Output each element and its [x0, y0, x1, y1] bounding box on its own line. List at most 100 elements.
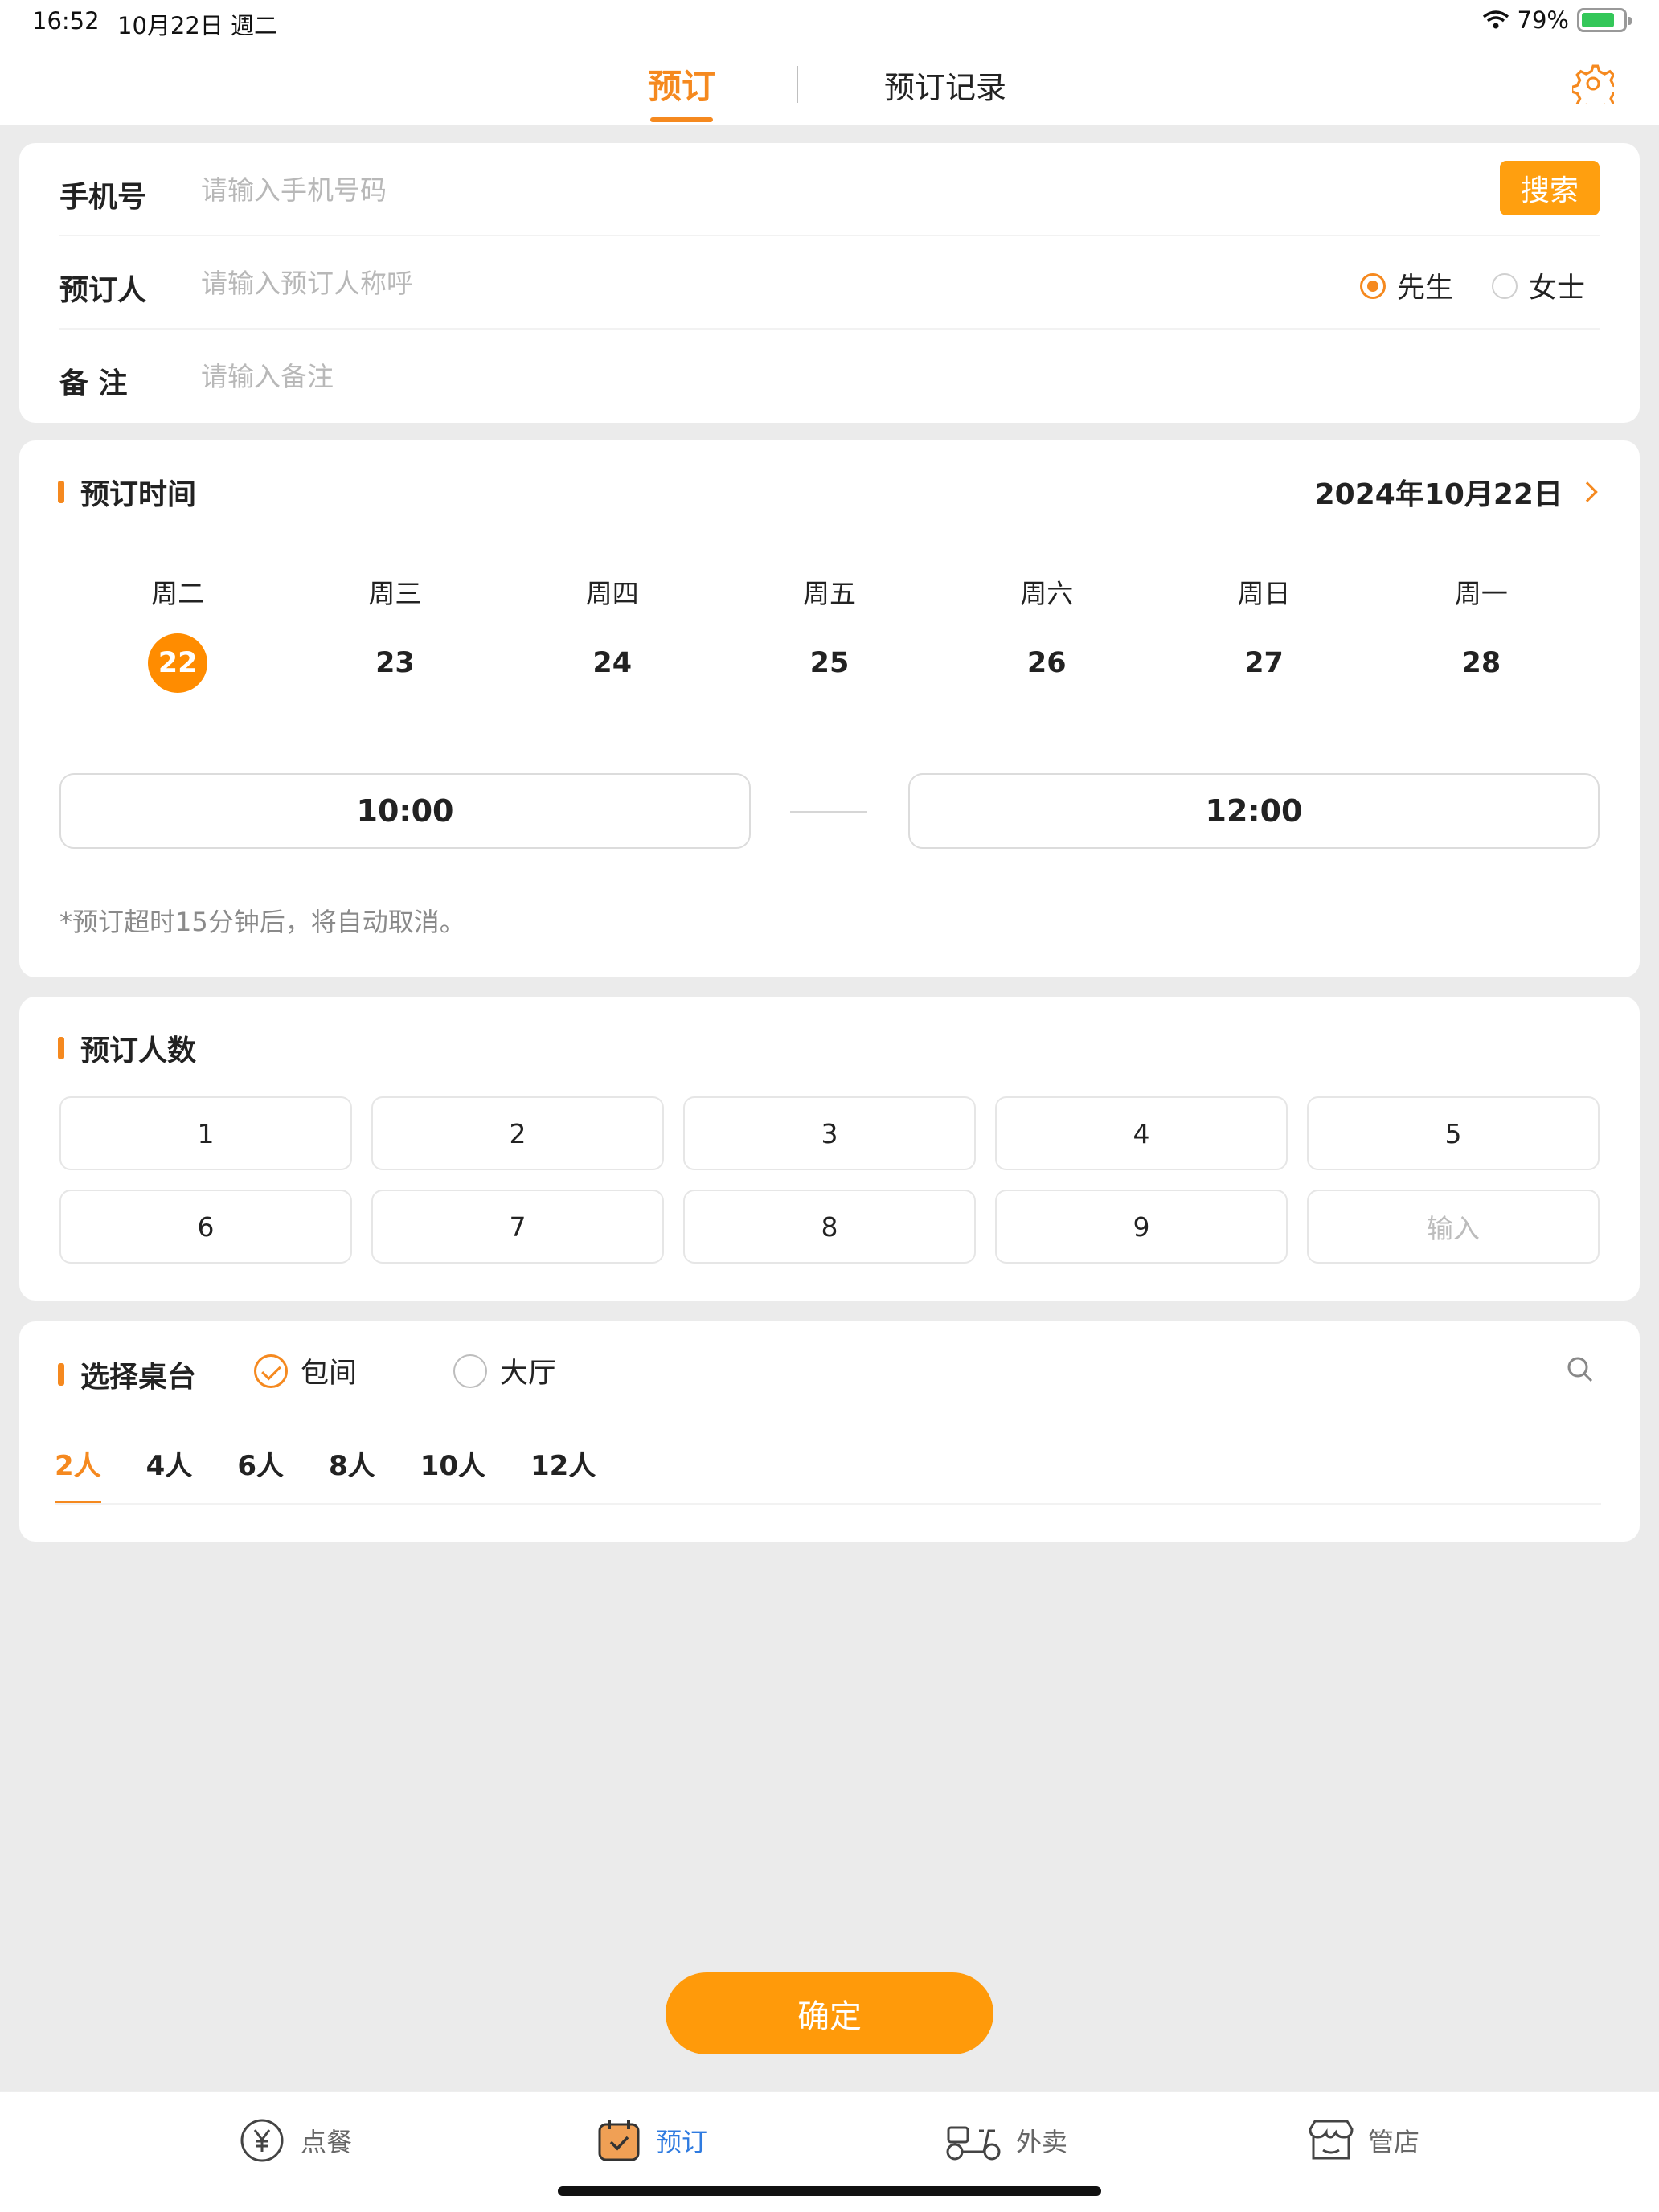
weekday-label: 周五 — [802, 578, 856, 609]
day-item[interactable]: 周六 26 — [938, 572, 1155, 693]
calendar-check-icon — [598, 2120, 640, 2161]
capacity-tab[interactable]: 6人 — [237, 1444, 284, 1483]
party-size-option[interactable]: 5 — [1307, 1096, 1600, 1170]
weekday-label: 周六 — [1020, 578, 1074, 609]
status-time: 16:52 — [32, 7, 100, 35]
nav-order[interactable]: 点餐 — [238, 2116, 352, 2165]
home-indicator — [558, 2186, 1101, 2196]
table-type-hall[interactable]: 大厅 — [453, 1350, 556, 1391]
check-circle-icon — [254, 1354, 288, 1388]
day-number: 25 — [809, 647, 850, 679]
party-size-card: 预订人数 1 2 3 4 5 6 7 8 9 输入 — [19, 997, 1640, 1301]
date-picker-trigger[interactable]: 2024年10月22日 — [1315, 471, 1598, 513]
day-number: 27 — [1244, 647, 1284, 679]
tab-active-indicator — [650, 117, 713, 122]
party-size-option[interactable]: 4 — [995, 1096, 1288, 1170]
storefront-icon — [1309, 2120, 1354, 2160]
weekday-label: 周二 — [151, 578, 205, 609]
gender-female-label: 女士 — [1528, 272, 1585, 305]
tab-reserve-records[interactable]: 预订记录 — [884, 63, 1006, 107]
day-item[interactable]: 周二 22 — [69, 572, 286, 693]
capacity-tab[interactable]: 4人 — [146, 1444, 193, 1483]
table-type-hall-label: 大厅 — [500, 1358, 557, 1390]
party-size-option[interactable]: 9 — [995, 1190, 1288, 1264]
table-type-private-label: 包间 — [301, 1358, 358, 1390]
start-time-field[interactable]: 10:00 — [59, 773, 751, 849]
name-row: 预订人 先生 女士 — [59, 236, 1600, 330]
status-bar: 16:52 10月22日 週二 79% — [0, 0, 1659, 42]
section-marker — [58, 1363, 64, 1386]
battery-icon — [1577, 8, 1632, 32]
day-item[interactable]: 周三 23 — [286, 572, 503, 693]
table-select-title-text: 选择桌台 — [80, 1361, 197, 1394]
party-size-option[interactable]: 1 — [59, 1096, 352, 1170]
day-number: 23 — [375, 647, 415, 679]
day-number: 28 — [1461, 647, 1501, 679]
phone-row: 手机号 搜索 — [59, 143, 1600, 236]
name-label: 预订人 — [59, 274, 147, 307]
party-size-option[interactable]: 6 — [59, 1190, 352, 1264]
day-item[interactable]: 周日 27 — [1155, 572, 1372, 693]
nav-order-label: 点餐 — [301, 2127, 353, 2157]
table-select-title: 选择桌台 — [58, 1354, 196, 1395]
capacity-tab[interactable]: 10人 — [420, 1444, 485, 1483]
nav-store-label: 管店 — [1368, 2127, 1420, 2157]
capacity-tab[interactable]: 12人 — [530, 1444, 596, 1483]
gender-male-option[interactable]: 先生 — [1359, 265, 1453, 306]
booking-time-title: 预订时间 — [58, 471, 196, 513]
day-item[interactable]: 周五 25 — [721, 572, 938, 693]
party-size-option[interactable]: 2 — [371, 1096, 664, 1170]
phone-label: 手机号 — [59, 181, 147, 214]
day-item[interactable]: 周四 24 — [504, 572, 721, 693]
capacity-tabs-divider — [55, 1503, 1601, 1505]
gender-female-option[interactable]: 女士 — [1491, 265, 1585, 306]
status-date: 10月22日 週二 — [117, 12, 278, 39]
day-item[interactable]: 周一 28 — [1373, 572, 1590, 693]
radio-selected-icon — [1359, 272, 1386, 299]
section-marker — [58, 481, 64, 503]
note-row: 备 注 — [59, 330, 1600, 423]
capacity-tab[interactable]: 2人 — [55, 1444, 101, 1504]
nav-takeout[interactable]: 外卖 — [944, 2116, 1067, 2165]
note-input[interactable] — [201, 354, 1246, 399]
name-input[interactable] — [201, 260, 1326, 305]
booking-time-card: 预订时间 2024年10月22日 周二 22 周三 23 周四 24 周五 25 周六 2… — [19, 440, 1640, 977]
nav-takeout-label: 外卖 — [1016, 2127, 1068, 2157]
yen-coin-icon — [240, 2119, 284, 2162]
nav-reserve-label: 预订 — [656, 2127, 708, 2157]
phone-input[interactable] — [201, 167, 1246, 212]
end-time-field[interactable]: 12:00 — [908, 773, 1600, 849]
chevron-right-icon — [1577, 481, 1598, 502]
wifi-icon — [1482, 10, 1509, 29]
nav-reserve[interactable]: 预订 — [593, 2116, 707, 2165]
party-size-option[interactable]: 8 — [683, 1190, 976, 1264]
party-size-option[interactable]: 3 — [683, 1096, 976, 1170]
booking-time-title-text: 预订时间 — [80, 478, 197, 511]
battery-percent: 79% — [1517, 6, 1569, 34]
nav-store[interactable]: 管店 — [1305, 2116, 1419, 2165]
party-size-custom-input[interactable]: 输入 — [1307, 1190, 1600, 1264]
tab-reserve[interactable]: 预订 — [643, 59, 720, 109]
customer-form-card: 手机号 搜索 预订人 先生 女士 备 注 — [19, 143, 1640, 423]
timeout-note: *预订超时15分钟后，将自动取消。 — [59, 907, 465, 937]
top-tab-bar: 预订 预订记录 — [0, 42, 1659, 125]
party-size-option[interactable]: 7 — [371, 1190, 664, 1264]
week-strip: 周二 22 周三 23 周四 24 周五 25 周六 26 周日 27 周一 28 — [69, 572, 1590, 693]
section-marker — [58, 1037, 64, 1059]
weekday-label: 周日 — [1237, 578, 1291, 609]
tab-divider — [797, 66, 798, 103]
gear-icon[interactable] — [1572, 63, 1614, 104]
note-label: 备 注 — [59, 367, 128, 400]
capacity-tab[interactable]: 8人 — [329, 1444, 375, 1483]
search-icon[interactable] — [1566, 1355, 1595, 1384]
table-select-card: 选择桌台 包间 大厅 2人 4人 6人 8人 10人 12人 — [19, 1321, 1640, 1542]
party-size-title: 预订人数 — [58, 1027, 196, 1069]
empty-circle-icon — [453, 1354, 487, 1388]
day-number: 22 — [148, 633, 208, 693]
day-number: 24 — [592, 647, 633, 679]
radio-empty-icon — [1491, 272, 1518, 299]
table-type-private-room[interactable]: 包间 — [254, 1350, 357, 1391]
time-range-dash — [790, 811, 867, 813]
search-button[interactable]: 搜索 — [1500, 161, 1600, 215]
confirm-button[interactable]: 确定 — [666, 1972, 993, 2054]
